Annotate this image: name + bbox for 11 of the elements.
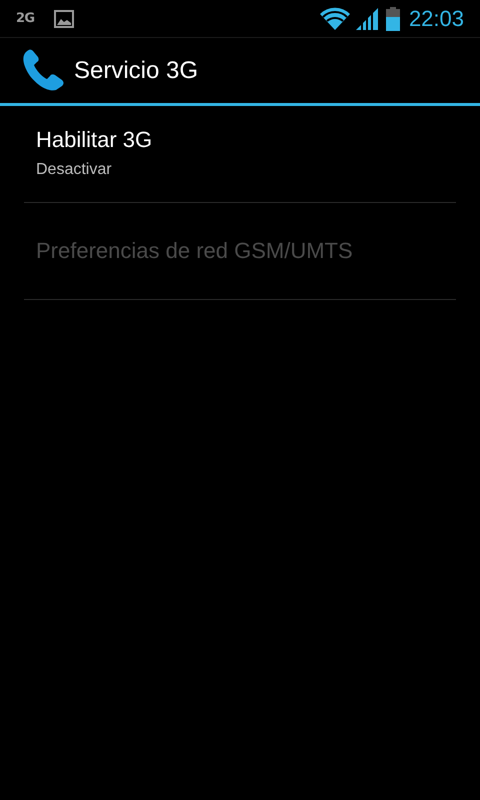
battery-icon [386,6,400,30]
preference-title: Preferencias de red GSM/UMTS [36,237,354,265]
network-type-indicator: 2G [16,10,34,28]
preference-item[interactable]: Habilitar 3G Desactivar [24,106,456,203]
clock-time: 22:03 [408,5,464,33]
preference-summary: Desactivar [36,160,113,180]
signal-icon [354,6,379,30]
wifi-icon [318,6,351,30]
image-icon [54,10,74,28]
preference-title: Habilitar 3G [36,126,154,154]
screen-title: Servicio 3G [74,56,198,86]
